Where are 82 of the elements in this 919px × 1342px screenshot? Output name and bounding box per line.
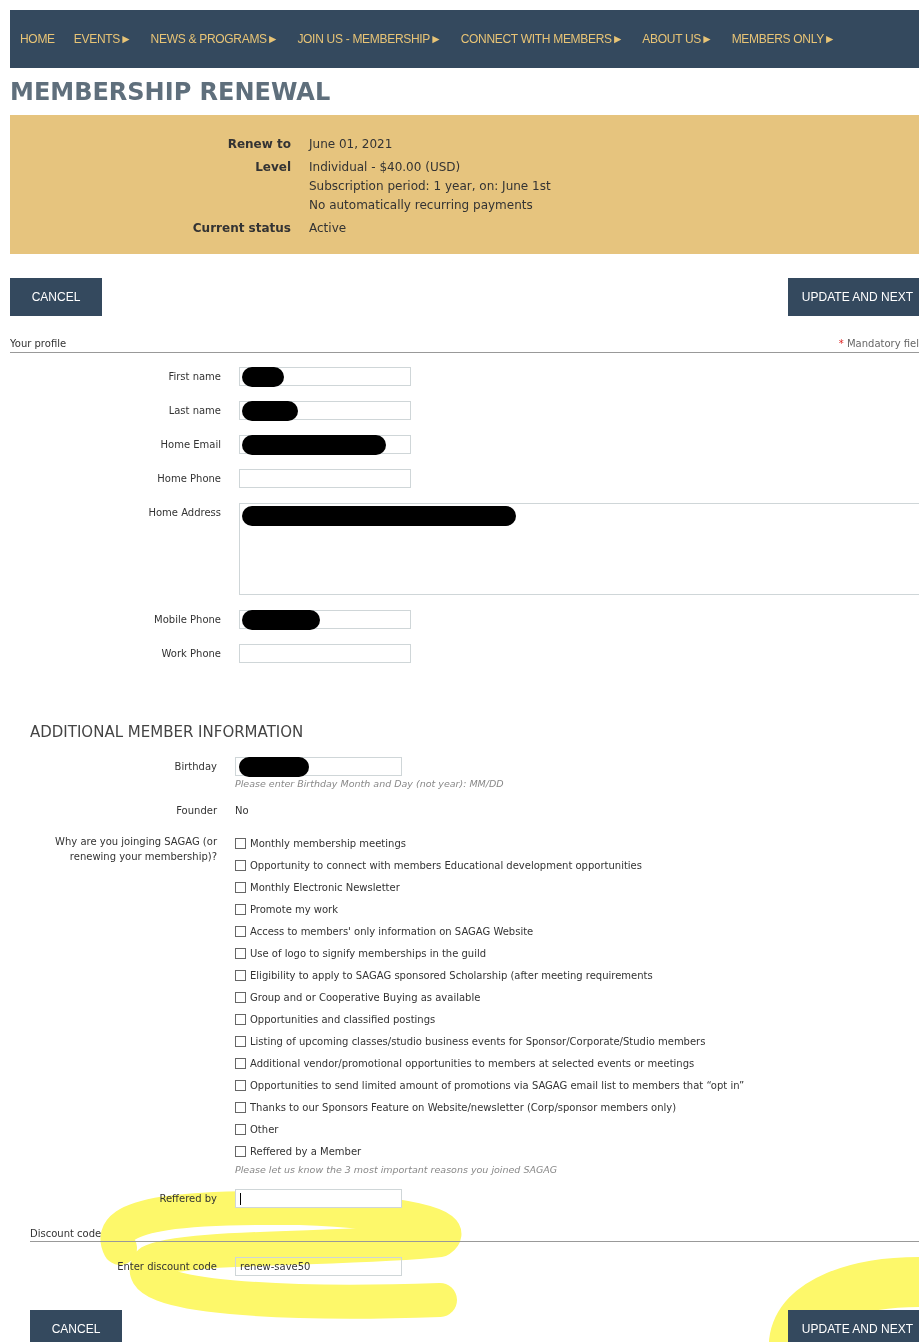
summary-value: Individual - $40.00 (USD)	[309, 159, 462, 176]
checkbox-label: Eligibility to apply to SAGAG sponsored Scholarship (after meeting requirements	[250, 969, 653, 981]
nav-link[interactable]: HOME	[20, 32, 55, 46]
nav-link[interactable]: CONNECT WITH MEMBERS►	[460, 32, 624, 46]
checkbox-label: Opportunities and classified postings	[250, 1013, 436, 1025]
summary-label: Current status	[191, 220, 291, 237]
field-label: Home Email	[159, 438, 221, 452]
checkbox-label: Monthly Electronic Newsletter	[250, 881, 400, 893]
checkbox[interactable]	[235, 1145, 246, 1157]
field-label: Founder	[175, 804, 217, 818]
checkbox-label: Group and or Cooperative Buying as available	[250, 991, 481, 1003]
field-label: First name	[167, 370, 221, 384]
field-label: Mobile Phone	[153, 613, 221, 627]
checkbox[interactable]	[235, 1013, 246, 1025]
birthday-field[interactable]	[235, 757, 402, 776]
summary-value: No automatically recurring payments	[309, 197, 534, 214]
input-field[interactable]	[239, 367, 411, 386]
section-heading: Discount code	[30, 1228, 102, 1239]
summary-value: June 01, 2021	[309, 136, 393, 153]
checkbox[interactable]	[235, 1101, 246, 1113]
checkbox[interactable]	[235, 1079, 246, 1091]
field-hint: Please enter Birthday Month and Day (not year): MM/DD	[235, 778, 504, 789]
checkbox-label: Listing of upcoming classes/studio business events for Sponsor/Corporate/Studio members	[250, 1035, 706, 1047]
summary-label: Renew to	[226, 136, 291, 153]
checkbox-label: Promote my work	[250, 903, 338, 915]
section-heading: ADDITIONAL MEMBER INFORMATION	[30, 723, 305, 741]
field-label: Reffered by	[158, 1192, 217, 1206]
mandatory-note: Mandatory fiel	[846, 338, 919, 349]
checkbox[interactable]	[235, 925, 246, 937]
checkbox-label: Thanks to our Sponsors Feature on Website/newsletter (Corp/sponsor members only)	[250, 1101, 677, 1113]
checkbox-label: Monthly membership meetings	[250, 837, 406, 849]
section-heading: Your profile	[10, 338, 67, 349]
redaction-mark	[242, 367, 284, 387]
checkbox[interactable]	[235, 969, 246, 981]
checkbox-label: Access to members' only information on SAGAG Website	[250, 925, 534, 937]
update-and-next-button[interactable]: UPDATE AND NEXT	[787, 1310, 919, 1342]
nav-link[interactable]: JOIN US - MEMBERSHIP►	[297, 32, 442, 46]
summary-value: Subscription period: 1 year, on: June 1st	[309, 178, 551, 195]
checkbox[interactable]	[235, 1035, 246, 1047]
summary-label: Level	[254, 159, 291, 176]
update-and-next-button[interactable]: UPDATE AND NEXT	[787, 278, 919, 316]
required-asterisk: *	[838, 338, 844, 349]
checkbox[interactable]	[235, 991, 246, 1003]
field-label: Home Address	[147, 506, 221, 520]
nav-link[interactable]: ABOUT US►	[642, 32, 713, 46]
input-field[interactable]	[239, 610, 411, 629]
field-label: Home Phone	[156, 472, 221, 486]
checkbox[interactable]	[235, 837, 246, 849]
cancel-button[interactable]: CANCEL	[10, 278, 102, 316]
checkbox-label: Opportunity to connect with members Educational development opportunities	[250, 859, 642, 871]
checkbox-label: Opportunities to send limited amount of promotions via SAGAG email list to members that “opt in”	[250, 1079, 745, 1091]
nav-link[interactable]: EVENTS►	[73, 32, 132, 46]
nav-link[interactable]: NEWS & PROGRAMS►	[150, 32, 279, 46]
summary-value: Active	[309, 220, 347, 237]
checkbox[interactable]	[235, 881, 246, 893]
nav-link[interactable]: MEMBERS ONLY►	[731, 32, 836, 46]
redaction-mark	[242, 401, 298, 421]
input-field[interactable]	[239, 644, 411, 663]
input-field[interactable]	[239, 401, 411, 420]
checkbox[interactable]	[235, 947, 246, 959]
field-hint: Please let us know the 3 most important reasons you joined SAGAG	[235, 1164, 559, 1175]
checkbox[interactable]	[235, 1057, 246, 1069]
founder-value: No	[235, 804, 249, 818]
checkbox[interactable]	[235, 859, 246, 871]
text-cursor	[240, 1193, 241, 1205]
checkbox-label: Additional vendor/promotional opportunities to members at selected events or meetings	[250, 1057, 695, 1069]
input-field[interactable]	[239, 469, 411, 488]
field-label: Last name	[167, 404, 221, 418]
checkbox-label: Use of logo to signify memberships in the guild	[250, 947, 487, 959]
address-field[interactable]	[239, 503, 919, 595]
page-title: MEMBERSHIP RENEWAL	[10, 77, 332, 108]
input-field[interactable]	[235, 1189, 402, 1208]
checkbox[interactable]	[235, 1123, 246, 1135]
input-field[interactable]	[239, 435, 411, 454]
field-label: Birthday	[173, 760, 217, 774]
checkbox-label: Reffered by a Member	[250, 1145, 362, 1157]
redaction-mark	[239, 757, 309, 777]
checkbox-label: Other	[250, 1123, 279, 1135]
checkbox[interactable]	[235, 903, 246, 915]
field-label: Work Phone	[160, 647, 221, 661]
cancel-button[interactable]: CANCEL	[30, 1310, 122, 1342]
field-label: Why are you joinging SAGAG (or renewing your membership)?	[54, 835, 217, 864]
